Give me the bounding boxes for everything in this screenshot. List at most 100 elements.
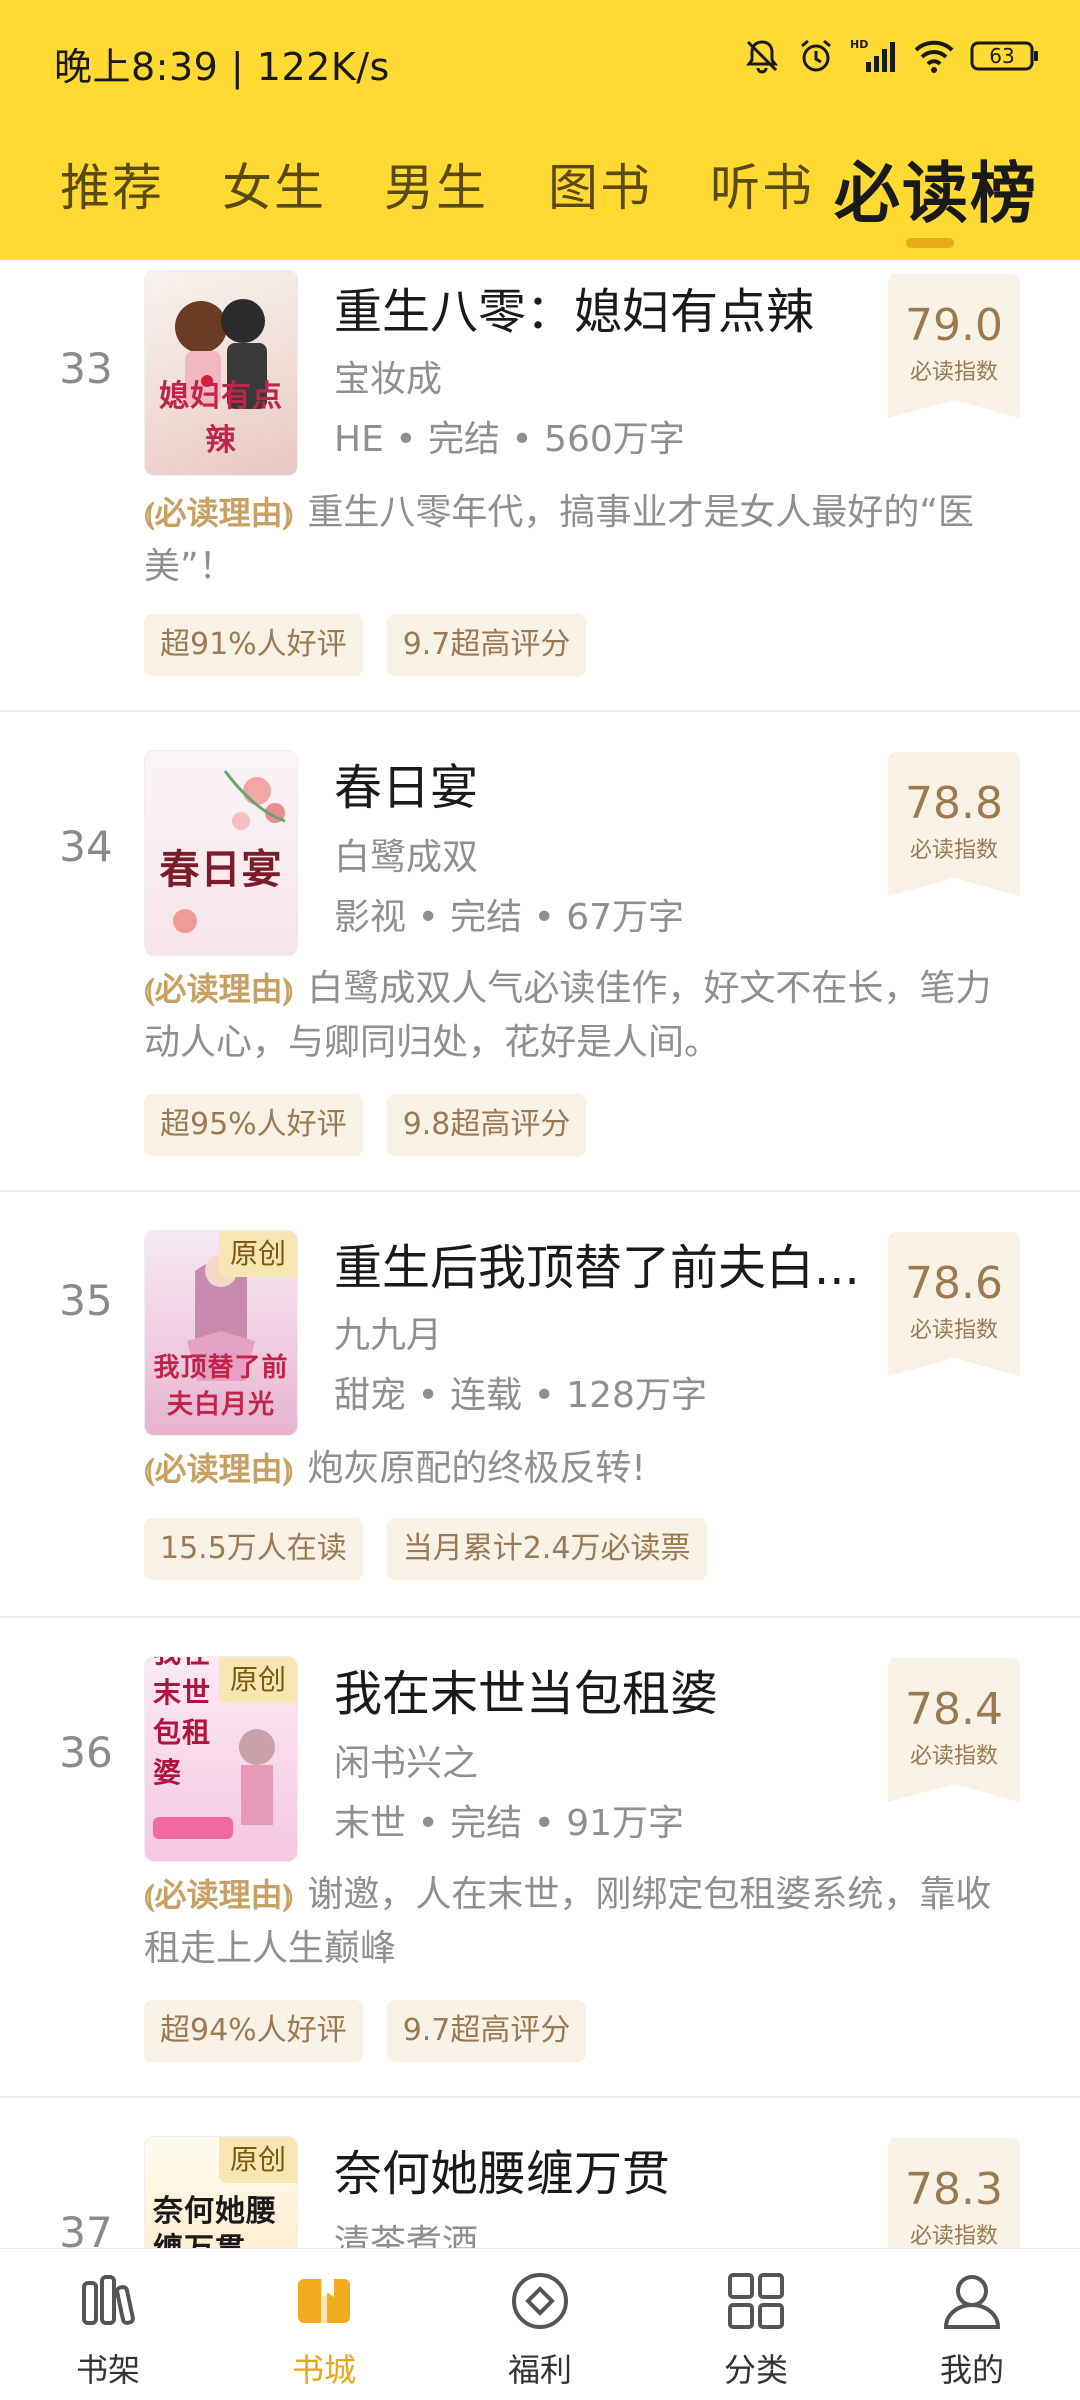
score-label: 必读指数 [909,360,998,385]
welfare-icon [512,2273,568,2329]
tab-female[interactable]: 女生 [222,148,326,220]
svg-text:HD: HD [850,38,868,51]
cover-title: 我顶替了前夫白月光 [153,1353,289,1420]
score-value: 78.3 [905,2164,1003,2215]
tab-must-read-ranking[interactable]: 必读榜 [834,140,1038,236]
book-title[interactable]: 我在末世当包租婆 [334,1654,874,1724]
book-item[interactable]: 33 媳妇有点辣 重生八零：媳妇有点辣 宝妆成 HE • 完结 • 560万字 … [0,260,1080,712]
reason-laurel-label: ⦅必读理由⦆ [144,970,294,1008]
tab-recommend[interactable]: 推荐 [60,148,164,220]
header: 晚上8:39 | 122K/s HD 63 推荐 女生 男生 图书 听书 必读榜 [0,0,1080,260]
book-author[interactable]: 白鹭成双 [334,828,478,880]
book-cover[interactable]: 原创 我在末世包租婆 [144,1656,298,1862]
score-label: 必读指数 [909,1318,998,1343]
tab-books[interactable]: 图书 [548,148,652,220]
tab-indicator [906,238,954,248]
tag: 9.7超高评分 [386,614,587,676]
tag: 9.8超高评分 [386,1094,587,1156]
original-badge: 原创 [219,2137,297,2183]
score-badge: 78.8 必读指数 [888,752,1020,896]
score-label: 必读指数 [909,838,998,863]
original-badge: 原创 [219,1231,297,1277]
tab-audio[interactable]: 听书 [710,148,814,220]
score-value: 78.8 [905,778,1003,829]
score-label: 必读指数 [909,2224,998,2249]
score-value: 78.4 [905,1684,1003,1735]
book-tags: 超95%人好评 9.8超高评分 [144,1094,587,1156]
reason-laurel-label: ⦅必读理由⦆ [144,1450,294,1488]
nav-label: 我的 [939,2351,1004,2389]
score-badge: 78.6 必读指数 [888,1232,1020,1376]
wifi-icon [914,40,954,73]
battery-level: 63 [989,44,1015,68]
tag: 9.7超高评分 [386,2000,587,2062]
reason-laurel-label: ⦅必读理由⦆ [144,494,294,532]
rank-number: 35 [59,1276,113,1325]
book-meta: 影视 • 完结 • 67万字 [334,897,685,938]
nav-category[interactable]: 分类 [648,2249,864,2400]
status-icons: HD 63 [742,36,1040,76]
book-author[interactable]: 宝妆成 [334,350,442,402]
rank-number: 36 [59,1728,113,1777]
battery-icon: 63 [970,40,1040,72]
app-root: 晚上8:39 | 122K/s HD 63 推荐 女生 男生 图书 听书 必读榜… [0,0,1080,2400]
category-tabs: 推荐 女生 男生 图书 听书 必读榜 [0,140,1080,240]
book-title[interactable]: 重生后我顶替了前夫白... [334,1228,874,1298]
category-icon [728,2273,784,2329]
book-meta: 末世 • 完结 • 91万字 [334,1803,685,1844]
book-tags: 超94%人好评 9.7超高评分 [144,2000,587,2062]
book-author[interactable]: 闲书兴之 [334,1734,478,1786]
cover-title: 春日宴 [159,846,283,893]
score-value: 79.0 [905,300,1003,351]
bottom-nav: 书架 书城 福利 分类 我的 [0,2248,1080,2400]
tag: 超95%人好评 [144,1094,363,1156]
score-label: 必读指数 [909,1744,998,1769]
score-badge: 78.4 必读指数 [888,1658,1020,1802]
alarm-icon [801,39,831,72]
book-title[interactable]: 重生八零：媳妇有点辣 [334,272,874,342]
book-item[interactable]: 36 原创 我在末世包租婆 我在末世当包租婆 闲书兴之 末世 • 完结 • 91… [0,1618,1080,2098]
bookshelf-icon [82,2275,135,2325]
nav-bookshelf[interactable]: 书架 [0,2249,216,2400]
book-reason: ⦅必读理由⦆ 炮灰原配的终极反转! [144,1442,1024,1496]
book-tags: 超91%人好评 9.7超高评分 [144,614,587,676]
tag: 当月累计2.4万必读票 [386,1518,707,1580]
bookstore-icon [298,2279,350,2323]
nav-welfare[interactable]: 福利 [432,2249,648,2400]
book-reason: ⦅必读理由⦆ 谢邀，人在末世，刚绑定包租婆系统，靠收租走上人生巅峰 [144,1868,1024,1976]
status-time: 晚上8:39 | 122K/s [54,45,390,89]
book-item[interactable]: 34 春日宴 春日宴 白鹭成双 影视 • 完结 • 67万字 78.8 必读指数 [0,712,1080,1192]
nav-label: 福利 [507,2351,572,2389]
nav-label: 书架 [75,2351,140,2389]
profile-icon [943,2275,1001,2329]
nav-label: 书城 [291,2351,356,2389]
rank-number: 33 [59,344,113,393]
book-author[interactable]: 九九月 [334,1306,442,1358]
book-meta: HE • 完结 • 560万字 [334,419,685,460]
nav-profile[interactable]: 我的 [864,2249,1080,2400]
book-title[interactable]: 春日宴 [334,748,874,818]
score-badge: 79.0 必读指数 [888,274,1020,418]
tab-male[interactable]: 男生 [384,148,488,220]
book-item[interactable]: 35 原创 我顶替了前夫白月光 重生后我顶替了前夫白... 九九月 甜宠 • 连… [0,1192,1080,1618]
score-value: 78.6 [905,1258,1003,1309]
cover-title: 我在末世包租婆 [153,1657,212,1789]
tag: 超91%人好评 [144,614,363,676]
reason-text: 炮灰原配的终极反转! [307,1448,646,1489]
book-tags: 15.5万人在读 当月累计2.4万必读票 [144,1518,707,1580]
bell-muted-icon [746,40,778,74]
cover-title: 媳妇有点辣 [159,379,283,458]
book-cover[interactable]: 原创 我顶替了前夫白月光 [144,1230,298,1436]
nav-bookstore[interactable]: 书城 [216,2249,432,2400]
reason-laurel-label: ⦅必读理由⦆ [144,1876,294,1914]
tag: 超94%人好评 [144,2000,363,2062]
book-reason: ⦅必读理由⦆ 重生八零年代，搞事业才是女人最好的“医美”！ [144,486,1024,594]
tag: 15.5万人在读 [144,1518,363,1580]
book-reason: ⦅必读理由⦆ 白鹭成双人气必读佳作，好文不在长，笔力动人心，与卿同归处，花好是人间… [144,962,1024,1070]
nav-label: 分类 [723,2351,788,2389]
book-title[interactable]: 奈何她腰缠万贯 [334,2134,874,2204]
book-cover[interactable]: 媳妇有点辣 [144,270,298,476]
book-cover[interactable]: 春日宴 [144,750,298,956]
rank-number: 34 [59,822,113,871]
signal-icon: HD [850,38,895,72]
